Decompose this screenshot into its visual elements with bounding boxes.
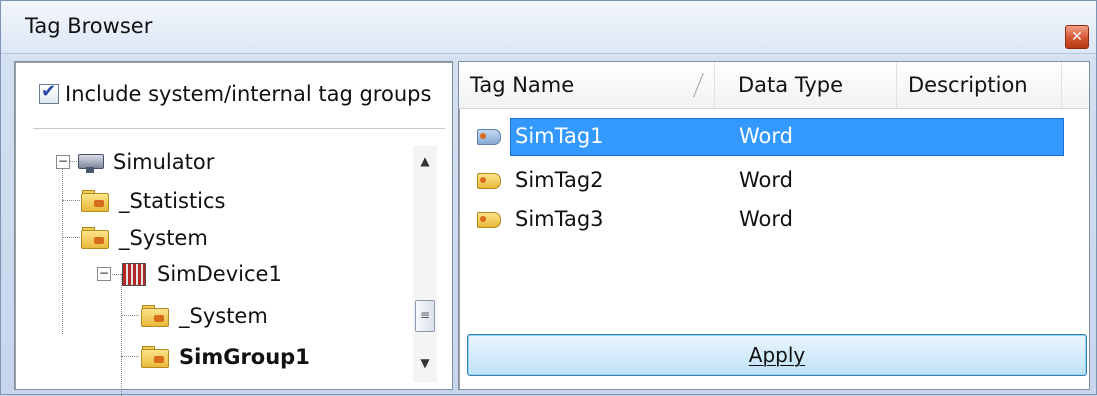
data-type-cell: Word: [739, 124, 793, 148]
tree-node-label: _System: [179, 304, 268, 328]
tag-group-folder-icon: [81, 227, 111, 249]
tag-list-pane: Tag Name Data Type Description SimTag1 W…: [458, 61, 1090, 390]
tree-node-label: _System: [119, 226, 208, 250]
collapse-simdevice1-toggle[interactable]: −: [97, 267, 111, 281]
tag-group-tree: − Simulator _Statistics _System − SimDev…: [39, 146, 419, 396]
tag-name-cell: SimTag1: [515, 124, 604, 148]
scroll-thumb[interactable]: ≡: [415, 300, 435, 332]
tree-node-simulator[interactable]: Simulator: [75, 147, 214, 177]
column-header-label: Tag Name: [470, 73, 575, 97]
tree-node-label: SimGroup1: [179, 345, 310, 369]
tag-group-folder-icon: [141, 305, 171, 327]
tree-node-statistics[interactable]: _Statistics: [81, 186, 226, 216]
column-header-label: Data Type: [738, 73, 844, 97]
tree-line: [121, 356, 139, 357]
checkbox-box[interactable]: ✔: [39, 81, 59, 104]
tree-line: [121, 315, 139, 316]
data-type-cell: Word: [739, 207, 793, 231]
tree-vertical-scrollbar[interactable]: ▲ ≡ ▼: [413, 146, 437, 382]
close-button[interactable]: ✕: [1065, 25, 1089, 49]
tag-name-cell: SimTag3: [515, 207, 604, 231]
column-header-label: Description: [908, 73, 1028, 97]
tree-node-label: _Statistics: [119, 189, 226, 213]
simulator-icon: [75, 151, 105, 173]
scroll-down-arrow-icon[interactable]: ▼: [413, 352, 437, 374]
device-icon: [119, 262, 149, 286]
column-header-data-type[interactable]: Data Type: [727, 62, 897, 108]
tag-row[interactable]: SimTag2 Word: [465, 162, 1085, 200]
column-header-row: Tag Name Data Type Description: [459, 62, 1089, 109]
tree-line: [62, 237, 80, 238]
tag-icon: [473, 210, 503, 228]
tree-line: [62, 167, 63, 334]
tree-node-simdevice1[interactable]: SimDevice1: [119, 259, 282, 289]
data-type-cell: Word: [739, 168, 793, 192]
tree-node-label: SimDevice1: [157, 262, 282, 286]
pane-separator: [33, 128, 445, 129]
include-system-groups-label[interactable]: Include system/internal tag groups: [65, 82, 431, 106]
tag-group-pane: ✔ Include system/internal tag groups − S…: [14, 61, 453, 396]
title-bar: Tag Browser ✕: [1, 1, 1096, 54]
tree-node-simgroup1[interactable]: SimGroup1: [141, 342, 310, 372]
tree-node-label: Simulator: [113, 150, 215, 174]
tag-icon: [473, 127, 503, 145]
window-title: Tag Browser: [25, 14, 153, 38]
include-system-groups-checkbox[interactable]: ✔ Include system/internal tag groups: [39, 81, 431, 107]
tag-group-folder-icon: [141, 346, 171, 368]
tag-browser-window: Tag Browser ✕ ✔ Include system/internal …: [0, 0, 1097, 396]
tag-name-cell: SimTag2: [515, 168, 604, 192]
tree-node-system[interactable]: _System: [81, 223, 208, 253]
tag-row[interactable]: SimTag1 Word: [465, 118, 1085, 156]
collapse-simulator-toggle[interactable]: −: [56, 155, 70, 169]
tree-line: [62, 200, 80, 201]
apply-button-label: Apply: [748, 343, 806, 367]
tree-line: [121, 274, 122, 396]
apply-button[interactable]: Apply: [467, 334, 1087, 376]
close-icon: ✕: [1071, 29, 1083, 45]
tree-node-device-system[interactable]: _System: [141, 301, 268, 331]
tag-icon: [473, 171, 503, 189]
scroll-up-arrow-icon[interactable]: ▲: [413, 150, 437, 172]
column-header-tag-name[interactable]: Tag Name: [459, 62, 715, 108]
tag-group-folder-icon: [81, 190, 111, 212]
tag-row[interactable]: SimTag3 Word: [465, 201, 1085, 239]
column-header-description[interactable]: Description: [897, 62, 1062, 108]
checkmark-icon: ✔: [41, 81, 57, 102]
